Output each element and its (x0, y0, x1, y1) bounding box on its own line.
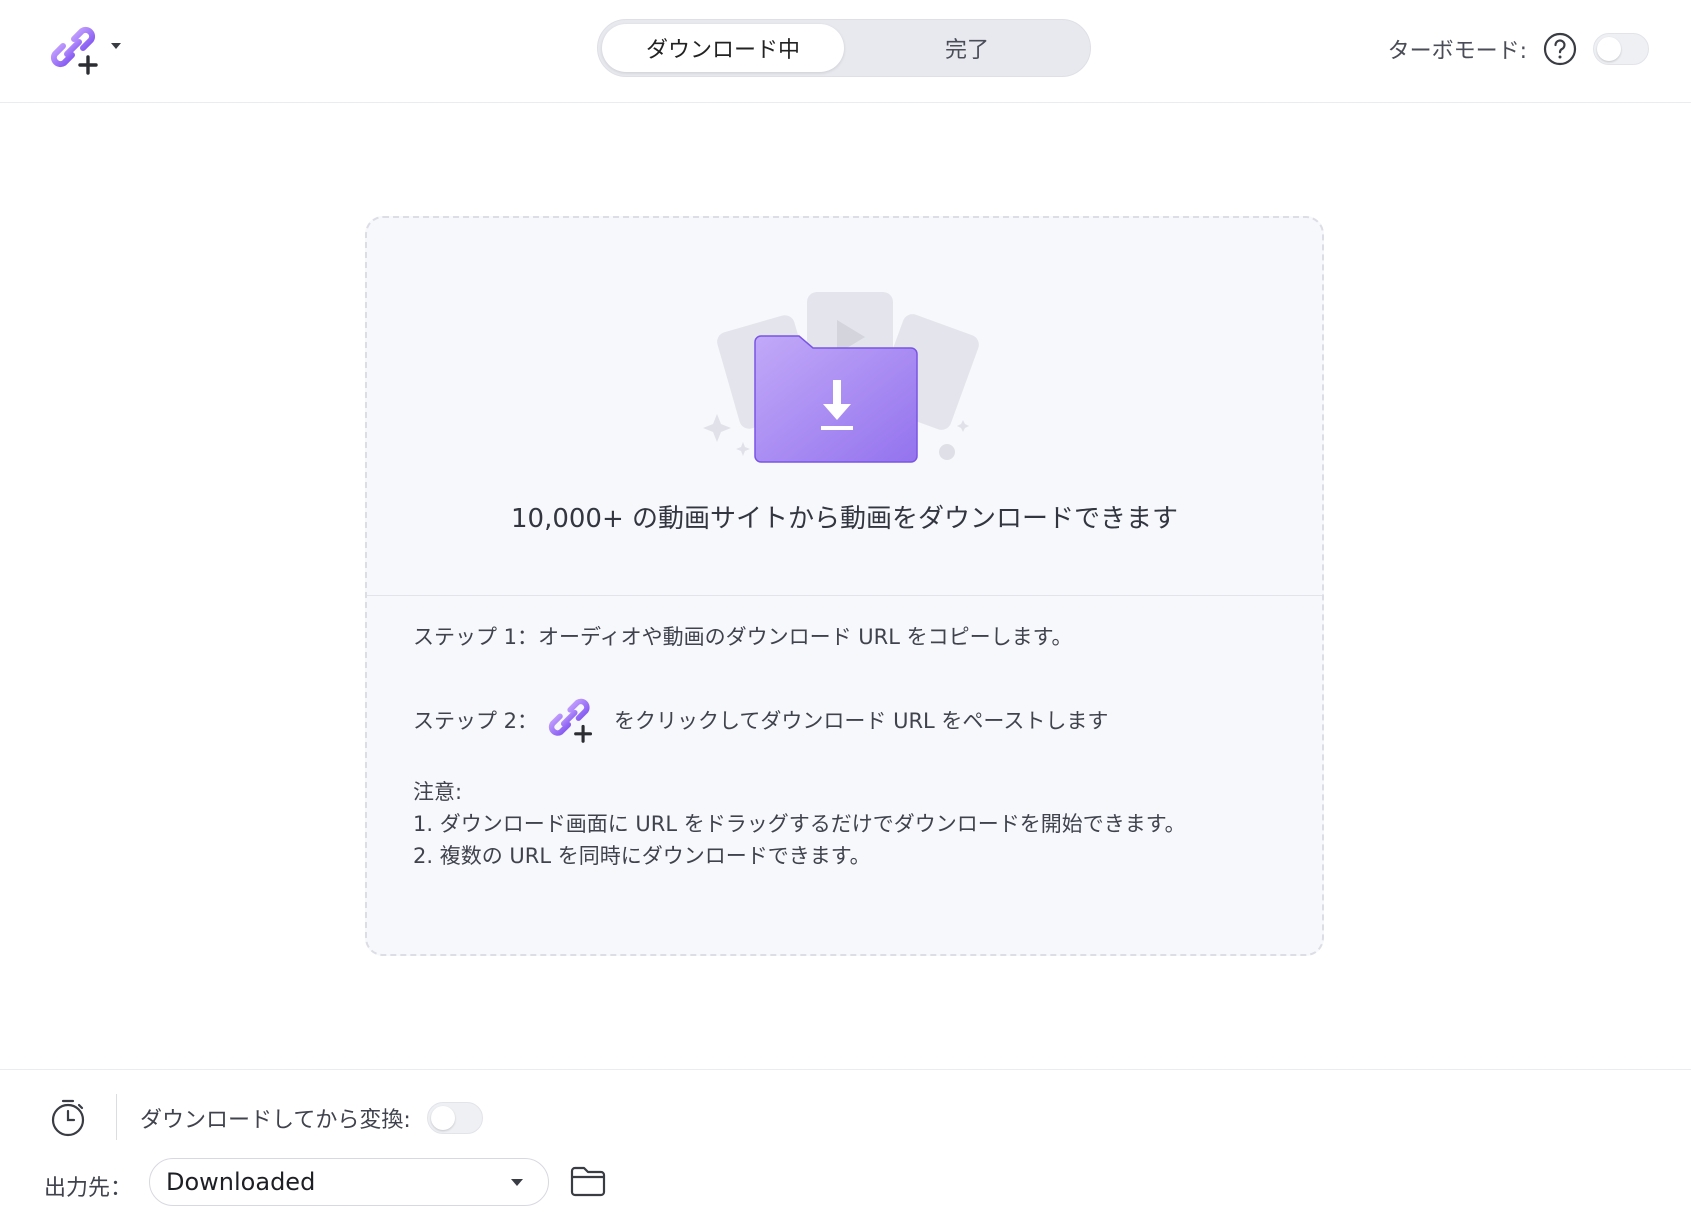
help-icon[interactable] (1543, 32, 1577, 66)
divider (116, 1094, 117, 1140)
headline: 10,000+ の動画サイトから動画をダウンロードできます (510, 504, 1179, 534)
timer-icon[interactable] (48, 1098, 88, 1138)
add-url-button[interactable] (50, 25, 140, 75)
note-item-1: 1. ダウンロード画面に URL をドラッグするだけでダウンロードを開始できます… (413, 812, 1186, 836)
tab-downloading[interactable]: ダウンロード中 (602, 24, 844, 72)
download-tabs: ダウンロード中 完了 (597, 19, 1091, 77)
step-1-text: ステップ 1：オーディオや動画のダウンロード URL をコピーします。 (413, 625, 1073, 649)
open-folder-icon[interactable] (570, 1164, 606, 1198)
output-folder-select[interactable]: Downloaded (149, 1158, 549, 1206)
turbo-mode: ターボモード: (1388, 30, 1649, 68)
download-folder-illustration (703, 292, 979, 463)
instructions: ステップ 1：オーディオや動画のダウンロード URL をコピーします。 ステップ… (413, 622, 1293, 872)
chevron-down-icon[interactable] (108, 38, 124, 54)
toggle-knob (1597, 37, 1621, 61)
convert-toggle[interactable] (426, 1102, 483, 1134)
tab-completed[interactable]: 完了 (846, 24, 1088, 72)
turbo-mode-toggle[interactable] (1593, 33, 1649, 65)
turbo-mode-label: ターボモード: (1387, 39, 1527, 64)
link-plus-icon (548, 698, 593, 743)
convert-label: ダウンロードしてから変換: (140, 1108, 411, 1133)
note-item-2: 2. 複数の URL を同時にダウンロードできます。 (413, 844, 871, 868)
step-2-prefix: ステップ 2： (413, 709, 539, 733)
step-2: ステップ 2： をクリックしてダウンロード URL をペーストします (413, 694, 1293, 746)
bottom-bar: ダウンロードしてから変換: 出力先： Downloaded (0, 1069, 1691, 1229)
step-2-suffix: をクリックしてダウンロード URL をペーストします (614, 709, 1109, 733)
note-block: 注意: 1. ダウンロード画面に URL をドラッグするだけでダウンロードを開始… (413, 776, 1293, 872)
top-toolbar: ダウンロード中 完了 ターボモード: (0, 0, 1691, 103)
downloader-window: ダウンロード中 完了 ターボモード: 10,000+ の動画サイトから動画をダウ… (0, 0, 1691, 1229)
output-folder-value: Downloaded (166, 1168, 316, 1196)
convert-after-download: ダウンロードしてから変換: (140, 1100, 483, 1136)
chevron-down-icon (511, 1179, 523, 1186)
output-label: 出力先： (44, 1176, 133, 1201)
note-title: 注意: (413, 780, 463, 804)
drop-zone[interactable]: 10,000+ の動画サイトから動画をダウンロードできます ステップ 1：オーデ… (365, 216, 1324, 956)
divider (367, 595, 1322, 596)
toggle-knob (430, 1106, 455, 1130)
link-plus-icon (50, 26, 98, 75)
